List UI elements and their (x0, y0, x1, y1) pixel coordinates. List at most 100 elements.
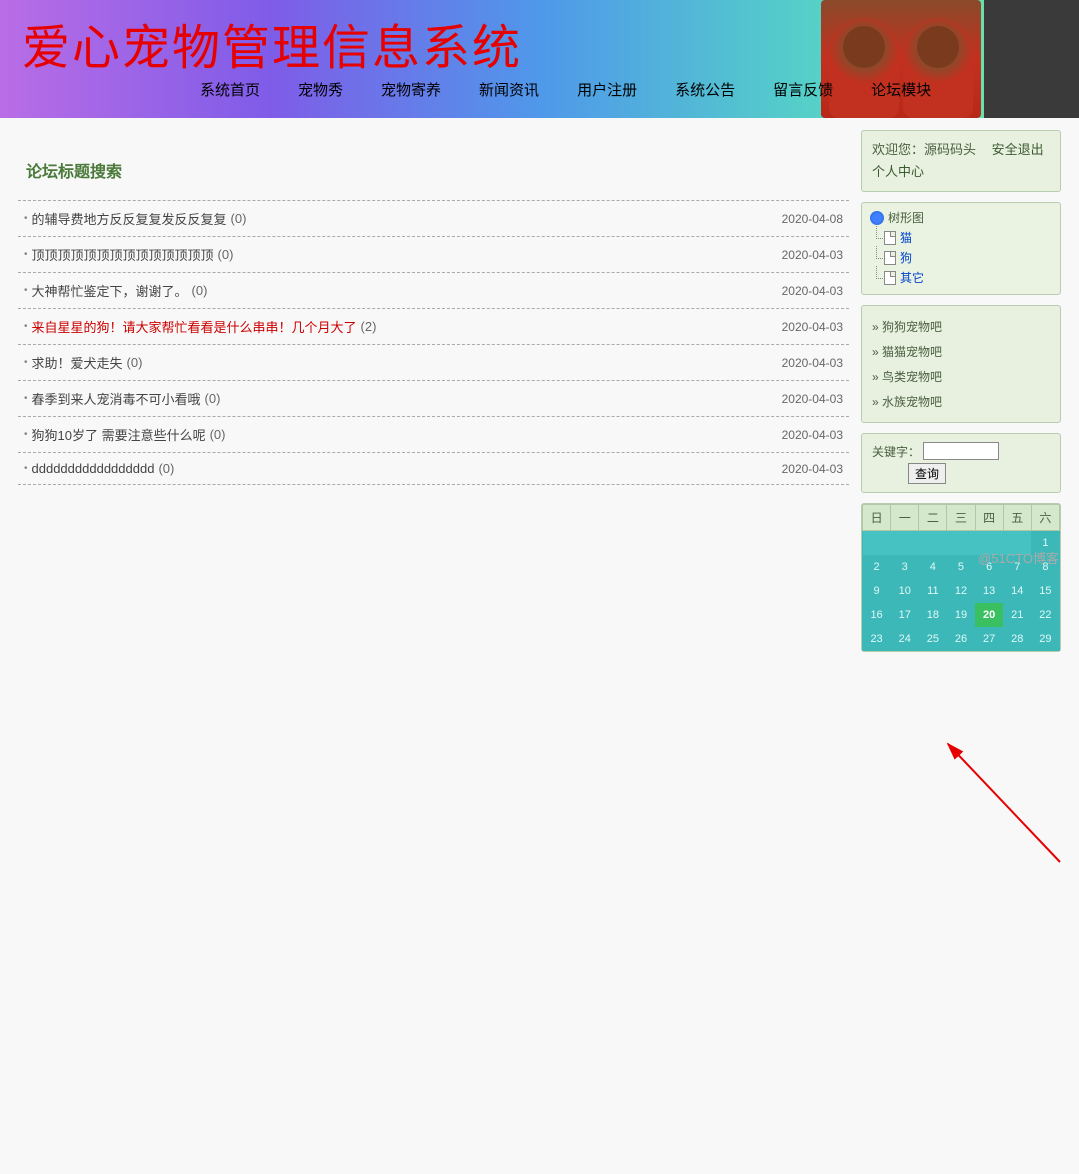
forum-post-list: •的辅导费地方反反复复发反反复复 (0)2020-04-08•顶顶顶顶顶顶顶顶顶… (18, 200, 849, 485)
calendar-weekday: 四 (975, 505, 1003, 531)
tree-panel: 树形图 猫狗其它 (861, 202, 1061, 295)
tree-root-label: 树形图 (888, 209, 924, 226)
welcome-username: 源码码头 (924, 142, 976, 157)
calendar-day[interactable]: 16 (863, 603, 891, 627)
forum-row[interactable]: •春季到来人宠消毒不可小看哦 (0)2020-04-03 (18, 381, 849, 417)
file-icon (884, 271, 896, 285)
globe-icon (870, 211, 884, 225)
tree-child[interactable]: 其它 (870, 268, 1052, 288)
calendar-day[interactable]: 12 (947, 579, 975, 603)
forum-post-title: ddddddddddddddddd (32, 461, 155, 476)
category-panel: » 狗狗宠物吧» 猫猫宠物吧» 鸟类宠物吧» 水族宠物吧 (861, 305, 1061, 423)
calendar-weekday: 一 (891, 505, 919, 531)
forum-row[interactable]: •狗狗10岁了 需要注意些什么呢 (0)2020-04-03 (18, 417, 849, 453)
nav-item-7[interactable]: 论坛模块 (871, 79, 931, 100)
calendar-day[interactable]: 24 (891, 627, 919, 651)
forum-search-heading: 论坛标题搜索 (18, 130, 849, 200)
forum-row[interactable]: •求助！爱犬走失 (0)2020-04-03 (18, 345, 849, 381)
nav-item-1[interactable]: 宠物秀 (298, 79, 343, 100)
site-title: 爱心宠物管理信息系统 (0, 0, 522, 78)
calendar-day[interactable]: 20 (975, 603, 1003, 627)
forum-row[interactable]: •来自星星的狗！请大家帮忙看看是什么串串！几个月大了 (2)2020-04-03 (18, 309, 849, 345)
forum-post-title: 求助！爱犬走失 (32, 353, 123, 372)
forum-row[interactable]: •的辅导费地方反反复复发反反复复 (0)2020-04-08 (18, 201, 849, 237)
nav-item-2[interactable]: 宠物寄养 (381, 79, 441, 100)
calendar-day (947, 531, 975, 556)
keyword-input[interactable] (923, 442, 999, 460)
calendar-day[interactable]: 28 (1003, 627, 1031, 651)
sidebar: 欢迎您：源码码头 安全退出 个人中心 树形图 猫狗其它 » 狗狗宠物吧» 猫猫宠… (861, 130, 1061, 652)
calendar-day[interactable]: 5 (947, 555, 975, 579)
calendar-day (891, 531, 919, 556)
bullet-icon: • (24, 393, 28, 404)
forum-row[interactable]: •顶顶顶顶顶顶顶顶顶顶顶顶顶顶 (0)2020-04-03 (18, 237, 849, 273)
category-link[interactable]: » 狗狗宠物吧 (872, 314, 1050, 339)
tree-child-label: 其它 (900, 268, 924, 288)
forum-post-count: (0) (210, 427, 226, 442)
calendar-day[interactable]: 27 (975, 627, 1003, 651)
tree-child[interactable]: 狗 (870, 248, 1052, 268)
calendar-day[interactable]: 23 (863, 627, 891, 651)
nav-item-3[interactable]: 新闻资讯 (479, 79, 539, 100)
calendar-weekday: 日 (863, 505, 891, 531)
tree-child-label: 狗 (900, 248, 912, 268)
logout-link[interactable]: 安全退出 (992, 142, 1044, 157)
forum-post-date: 2020-04-03 (782, 320, 843, 334)
tree-child-label: 猫 (900, 228, 912, 248)
calendar-day[interactable]: 4 (919, 555, 947, 579)
file-icon (884, 251, 896, 265)
calendar-day[interactable]: 29 (1031, 627, 1059, 651)
forum-post-count: (0) (192, 283, 208, 298)
calendar-day[interactable]: 13 (975, 579, 1003, 603)
header-dark-strip (984, 0, 1079, 118)
calendar-day[interactable]: 11 (919, 579, 947, 603)
calendar-day[interactable]: 17 (891, 603, 919, 627)
profile-link[interactable]: 个人中心 (872, 161, 1050, 183)
calendar-day[interactable]: 25 (919, 627, 947, 651)
forum-post-count: (0) (205, 391, 221, 406)
calendar-weekday: 五 (1003, 505, 1031, 531)
calendar-day[interactable]: 3 (891, 555, 919, 579)
calendar-day[interactable]: 2 (863, 555, 891, 579)
nav-item-0[interactable]: 系统首页 (200, 79, 260, 100)
forum-post-count: (0) (158, 461, 174, 476)
forum-row[interactable]: •ddddddddddddddddd (0)2020-04-03 (18, 453, 849, 485)
calendar-day[interactable]: 15 (1031, 579, 1059, 603)
calendar-day (863, 531, 891, 556)
forum-post-date: 2020-04-03 (782, 356, 843, 370)
forum-post-title: 大神帮忙鉴定下，谢谢了。 (32, 281, 188, 300)
nav-item-5[interactable]: 系统公告 (675, 79, 735, 100)
calendar-weekday: 三 (947, 505, 975, 531)
category-link[interactable]: » 猫猫宠物吧 (872, 339, 1050, 364)
forum-post-title: 的辅导费地方反反复复发反反复复 (32, 209, 227, 228)
calendar-day[interactable]: 21 (1003, 603, 1031, 627)
nav-item-4[interactable]: 用户注册 (577, 79, 637, 100)
calendar-day[interactable]: 14 (1003, 579, 1031, 603)
tree-root[interactable]: 树形图 (870, 209, 1052, 226)
calendar-day[interactable]: 18 (919, 603, 947, 627)
keyword-label: 关键字： (872, 443, 920, 460)
bullet-icon: • (24, 213, 28, 224)
search-button[interactable]: 查询 (908, 463, 946, 484)
forum-post-date: 2020-04-03 (782, 248, 843, 262)
keyword-search-panel: 关键字： 查询 (861, 433, 1061, 493)
calendar-day[interactable]: 9 (863, 579, 891, 603)
category-link[interactable]: » 鸟类宠物吧 (872, 364, 1050, 389)
bullet-icon: • (24, 285, 28, 296)
file-icon (884, 231, 896, 245)
forum-post-title: 来自星星的狗！请大家帮忙看看是什么串串！几个月大了 (32, 317, 357, 336)
tree-child[interactable]: 猫 (870, 228, 1052, 248)
calendar-day[interactable]: 22 (1031, 603, 1059, 627)
forum-post-date: 2020-04-08 (782, 212, 843, 226)
forum-post-count: (0) (218, 247, 234, 262)
forum-row[interactable]: •大神帮忙鉴定下，谢谢了。 (0)2020-04-03 (18, 273, 849, 309)
calendar-day[interactable]: 26 (947, 627, 975, 651)
calendar-day[interactable]: 10 (891, 579, 919, 603)
welcome-panel: 欢迎您：源码码头 安全退出 个人中心 (861, 130, 1061, 192)
calendar-weekday: 二 (919, 505, 947, 531)
main-nav: 系统首页 宠物秀 宠物寄养 新闻资讯 用户注册 系统公告 留言反馈 论坛模块 (0, 79, 1079, 100)
calendar-day[interactable]: 19 (947, 603, 975, 627)
nav-item-6[interactable]: 留言反馈 (773, 79, 833, 100)
category-link[interactable]: » 水族宠物吧 (872, 389, 1050, 414)
forum-post-title: 狗狗10岁了 需要注意些什么呢 (32, 425, 206, 444)
